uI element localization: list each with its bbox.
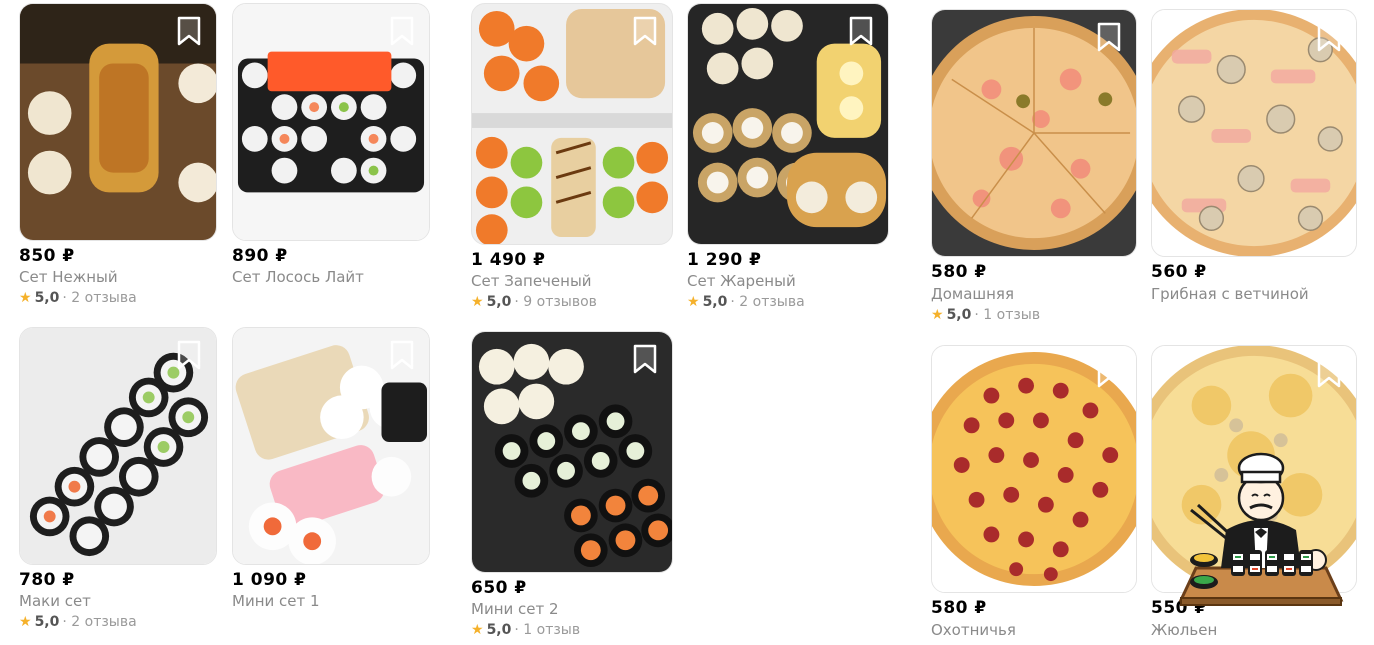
bookmark-icon[interactable] bbox=[389, 16, 415, 46]
product-name[interactable]: Охотничья bbox=[931, 621, 1016, 639]
product-price: 780 ₽ bbox=[19, 570, 75, 590]
bookmark-icon[interactable] bbox=[848, 16, 874, 46]
bookmark-icon[interactable] bbox=[1316, 22, 1342, 52]
product-image[interactable] bbox=[931, 9, 1137, 257]
product-image[interactable] bbox=[687, 3, 889, 245]
bookmark-icon[interactable] bbox=[632, 16, 658, 46]
product-name[interactable]: Сет Жареный bbox=[687, 272, 796, 290]
product-image[interactable] bbox=[471, 3, 673, 245]
star-icon: ★ bbox=[471, 622, 484, 638]
bookmark-icon[interactable] bbox=[389, 340, 415, 370]
chef-sushi-icon bbox=[1176, 450, 1346, 610]
bookmark-icon[interactable] bbox=[176, 16, 202, 46]
product-name[interactable]: Сет Запеченый bbox=[471, 272, 592, 290]
product-rating: ★ 5,0 · 1 отзыв bbox=[471, 622, 581, 638]
star-icon: ★ bbox=[19, 614, 32, 630]
product-image[interactable] bbox=[232, 327, 430, 565]
product-price: 1 290 ₽ bbox=[687, 250, 762, 270]
product-price: 850 ₽ bbox=[19, 246, 75, 266]
product-price: 580 ₽ bbox=[931, 262, 987, 282]
bookmark-icon[interactable] bbox=[632, 344, 658, 374]
product-image[interactable] bbox=[19, 327, 217, 565]
product-name[interactable]: Домашняя bbox=[931, 285, 1014, 303]
product-rating: ★ 5,0 · 9 отзывов bbox=[471, 294, 597, 310]
product-rating: ★ 5,0 · 2 отзыва bbox=[19, 290, 137, 306]
product-price: 580 ₽ bbox=[931, 598, 987, 618]
product-image[interactable] bbox=[471, 331, 673, 573]
product-image[interactable] bbox=[232, 3, 430, 241]
product-price: 1 490 ₽ bbox=[471, 250, 546, 270]
product-name[interactable]: Мини сет 1 bbox=[232, 592, 320, 610]
product-name[interactable]: Сет Нежный bbox=[19, 268, 118, 286]
product-name[interactable]: Жюльен bbox=[1151, 621, 1217, 639]
star-icon: ★ bbox=[931, 307, 944, 323]
bookmark-icon[interactable] bbox=[1316, 358, 1342, 388]
bookmark-icon[interactable] bbox=[176, 340, 202, 370]
product-image[interactable] bbox=[1151, 9, 1357, 257]
product-name[interactable]: Мини сет 2 bbox=[471, 600, 559, 618]
product-name[interactable]: Сет Лосось Лайт bbox=[232, 268, 364, 286]
star-icon: ★ bbox=[471, 294, 484, 310]
product-rating: ★ 5,0 · 2 отзыва bbox=[19, 614, 137, 630]
product-image[interactable] bbox=[931, 345, 1137, 593]
star-icon: ★ bbox=[19, 290, 32, 306]
product-price: 890 ₽ bbox=[232, 246, 288, 266]
product-price: 560 ₽ bbox=[1151, 262, 1207, 282]
product-name[interactable]: Маки сет bbox=[19, 592, 91, 610]
product-rating: ★ 5,0 · 2 отзыва bbox=[687, 294, 805, 310]
product-image[interactable] bbox=[19, 3, 217, 241]
product-price: 650 ₽ bbox=[471, 578, 527, 598]
bookmark-icon[interactable] bbox=[1096, 22, 1122, 52]
star-icon: ★ bbox=[687, 294, 700, 310]
product-rating: ★ 5,0 · 1 отзыв bbox=[931, 307, 1041, 323]
product-name[interactable]: Грибная с ветчиной bbox=[1151, 285, 1309, 303]
bookmark-icon[interactable] bbox=[1096, 358, 1122, 388]
product-price: 1 090 ₽ bbox=[232, 570, 307, 590]
